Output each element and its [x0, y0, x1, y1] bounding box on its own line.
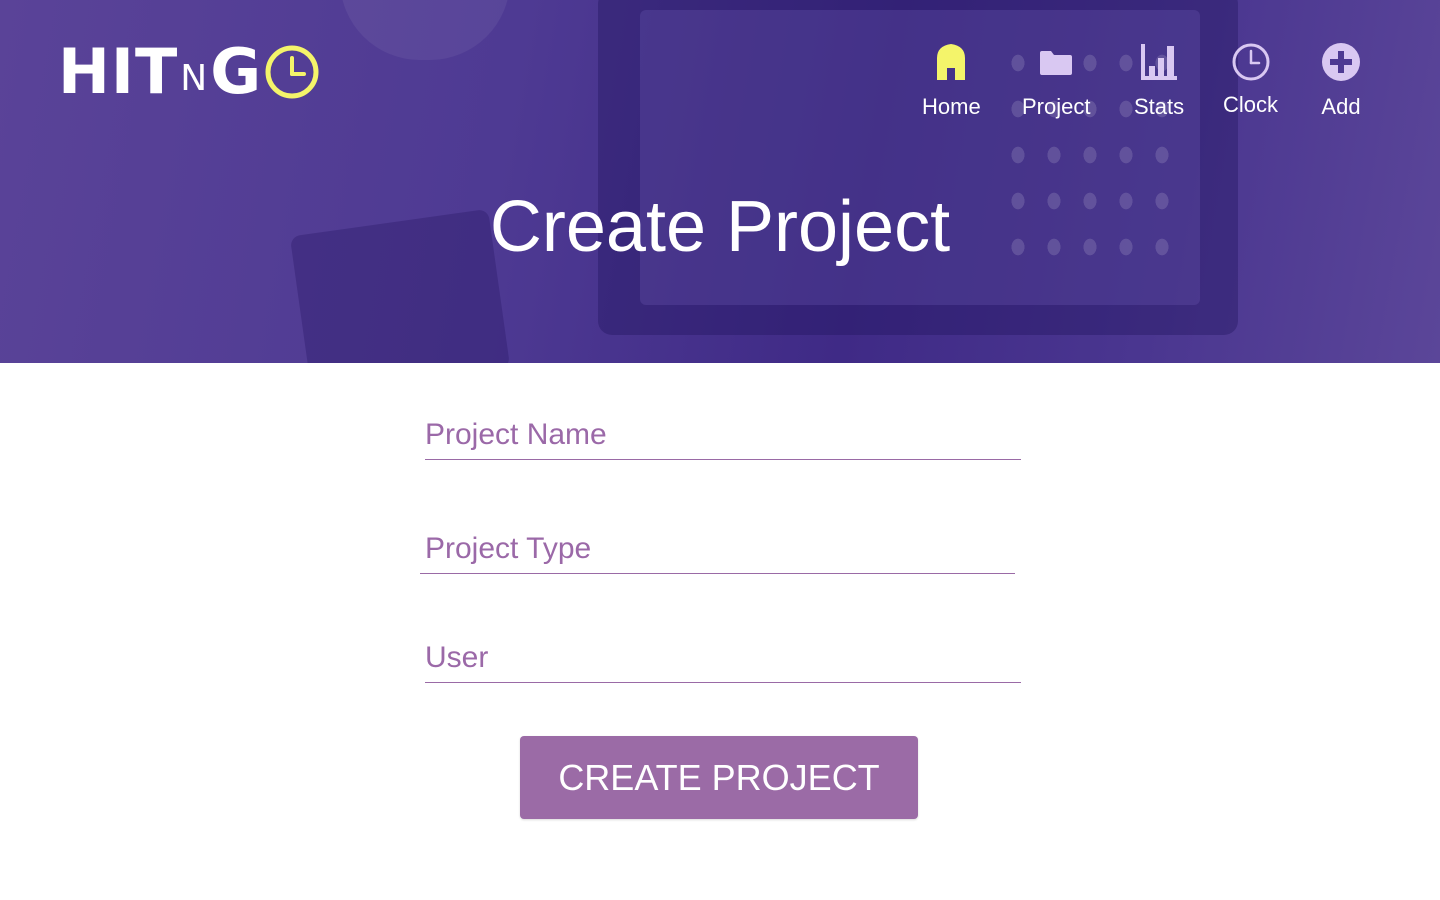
nav-item-stats[interactable]: Stats [1134, 42, 1184, 120]
plus-circle-icon [1321, 42, 1361, 82]
nav-label-project: Project [1022, 94, 1091, 119]
nav-label-add: Add [1321, 94, 1361, 119]
background-lamp [340, 0, 510, 60]
logo-text-hit: HIT [58, 35, 179, 108]
user-field-wrapper [425, 625, 1021, 683]
bar-chart-icon [1139, 42, 1179, 82]
logo-text-n: N [180, 58, 209, 99]
folder-icon [1036, 42, 1076, 82]
project-type-field-wrapper [420, 516, 1015, 574]
nav-item-clock[interactable]: Clock [1223, 42, 1278, 118]
user-input[interactable] [425, 625, 1021, 682]
hero-banner: HIT N G Home Project Stats Clock Add Cre… [0, 0, 1440, 363]
project-type-input[interactable] [420, 516, 1015, 573]
nav-item-project[interactable]: Project [1022, 42, 1090, 120]
nav-item-home[interactable]: Home [922, 42, 981, 120]
nav-label-home: Home [922, 94, 981, 119]
clock-icon [1231, 42, 1271, 82]
nav-label-stats: Stats [1134, 94, 1185, 119]
project-name-input[interactable] [425, 402, 1021, 459]
nav-label-clock: Clock [1223, 92, 1279, 117]
home-icon [931, 42, 971, 82]
logo-text-g: G [210, 35, 263, 108]
project-name-field-wrapper [425, 402, 1021, 460]
page-title: Create Project [489, 187, 951, 267]
logo-clock-icon [265, 45, 319, 99]
app-logo[interactable]: HIT N G [58, 35, 320, 108]
create-project-button[interactable]: CREATE PROJECT [520, 736, 918, 819]
nav-item-add[interactable]: Add [1321, 42, 1361, 120]
